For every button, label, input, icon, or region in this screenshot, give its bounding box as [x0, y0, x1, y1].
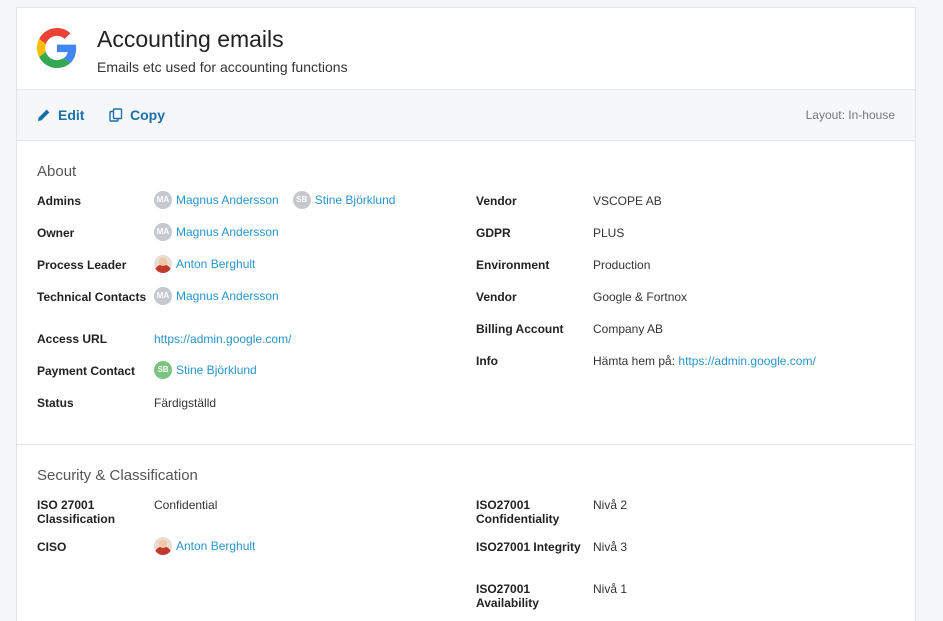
avatar-photo: [154, 255, 172, 273]
field-label: ISO27001 Availability: [476, 582, 539, 610]
person-chip[interactable]: MA Magnus Andersson: [154, 191, 279, 209]
edit-button[interactable]: Edit: [37, 107, 84, 123]
field-info: Info Hämta hem på: https://admin.google.…: [476, 354, 816, 368]
field-label: Info: [476, 354, 498, 368]
toolbar: Edit Copy Layout: In-house: [17, 90, 915, 141]
field-label: ISO27001 Integrity: [476, 540, 581, 554]
avatar: MA: [154, 223, 172, 241]
field-label: Billing Account: [476, 322, 564, 336]
field-label: Admins: [37, 194, 82, 208]
copy-icon: [109, 108, 123, 122]
billing-value: Company AB: [593, 322, 664, 336]
field-label: ISO 27001 Classification: [37, 498, 116, 526]
person-chip[interactable]: Anton Berghult: [154, 255, 255, 273]
field-access-url: Access URL https://admin.google.com/: [37, 332, 291, 346]
iso-classification-value: Confidential: [154, 498, 218, 512]
field-label: CISO: [37, 540, 67, 554]
pencil-icon: [38, 109, 50, 121]
field-gdpr: GDPR PLUS: [476, 226, 624, 240]
field-label: Owner: [37, 226, 75, 240]
about-section: About Admins MA Magnus Andersson SB Stin…: [17, 141, 915, 445]
avatar: SB: [292, 191, 311, 209]
field-iso-classification: ISO 27001 Classification Confidential: [37, 498, 217, 526]
field-vendor-2: Vendor Google & Fortnox: [476, 290, 687, 304]
field-ciso: CISO Anton Berghult: [37, 537, 269, 555]
avatar: SB: [154, 361, 172, 379]
field-label: Vendor: [476, 290, 517, 304]
application-card: Accounting emails Emails etc used for ac…: [16, 7, 916, 621]
availability-value: Nivå 1: [593, 582, 628, 596]
field-environment: Environment Production: [476, 258, 650, 272]
info-text: Hämta hem på:: [593, 354, 676, 368]
avatar-photo: [154, 537, 172, 555]
person-chip[interactable]: SB Stine Björklund: [292, 191, 396, 209]
field-label: Access URL: [37, 332, 108, 346]
field-label: ISO27001 Confidentiality: [476, 498, 560, 526]
person-link[interactable]: Magnus Andersson: [176, 193, 279, 207]
field-billing-account: Billing Account Company AB: [476, 322, 663, 336]
field-label: Vendor: [476, 194, 517, 208]
field-payment-contact: Payment Contact SB Stine Björklund: [37, 361, 271, 379]
field-label: Process Leader: [37, 258, 127, 272]
person-link[interactable]: Magnus Andersson: [176, 289, 279, 303]
section-title-security: Security & Classification: [37, 467, 198, 484]
vendor-value: VSCOPE AB: [593, 194, 662, 208]
confidentiality-value: Nivå 2: [593, 498, 628, 512]
status-value: Färdigställd: [154, 396, 217, 410]
field-status: Status Färdigställd: [37, 396, 216, 410]
vendor-2-value: Google & Fortnox: [593, 290, 688, 304]
person-link[interactable]: Stine Björklund: [176, 363, 257, 377]
field-label: GDPR: [476, 226, 511, 240]
field-owner: Owner MA Magnus Andersson: [37, 223, 293, 241]
person-chip[interactable]: MA Magnus Andersson: [154, 223, 279, 241]
app-header: Accounting emails Emails etc used for ac…: [17, 8, 915, 90]
integrity-value: Nivå 3: [593, 540, 628, 554]
field-admins: Admins MA Magnus Andersson SB Stine Björ…: [37, 191, 409, 209]
layout-indicator: Layout: In-house: [805, 108, 895, 122]
field-iso-integrity: ISO27001 Integrity Nivå 3: [476, 540, 627, 554]
google-logo-icon: [37, 28, 77, 68]
person-link[interactable]: Anton Berghult: [176, 539, 255, 553]
person-chip[interactable]: MA Magnus Andersson: [154, 287, 279, 305]
person-link[interactable]: Magnus Andersson: [176, 225, 279, 239]
page-subtitle: Emails etc used for accounting functions: [97, 59, 348, 75]
field-technical-contacts: Technical Contacts MA Magnus Andersson: [37, 287, 293, 305]
field-process-leader: Process Leader Anton Berghult: [37, 255, 269, 273]
edit-label: Edit: [58, 107, 85, 123]
section-title-about: About: [37, 163, 77, 180]
field-iso-confidentiality: ISO27001 Confidentiality Nivå 2: [476, 498, 627, 526]
person-chip[interactable]: SB Stine Björklund: [154, 361, 257, 379]
copy-label: Copy: [130, 107, 165, 123]
field-label: Environment: [476, 258, 550, 272]
environment-value: Production: [593, 258, 651, 272]
access-url-link[interactable]: https://admin.google.com/: [154, 332, 291, 346]
field-label: Payment Contact: [37, 364, 136, 378]
page-title: Accounting emails: [97, 26, 284, 52]
field-iso-availability: ISO27001 Availability Nivå 1: [476, 582, 627, 610]
person-link[interactable]: Anton Berghult: [176, 257, 255, 271]
person-chip[interactable]: Anton Berghult: [154, 537, 255, 555]
info-link[interactable]: https://admin.google.com/: [678, 354, 815, 368]
avatar: MA: [154, 191, 172, 209]
person-link[interactable]: Stine Björklund: [315, 193, 396, 207]
gdpr-value: PLUS: [593, 226, 625, 240]
field-vendor: Vendor VSCOPE AB: [476, 194, 662, 208]
avatar: MA: [154, 287, 172, 305]
field-label: Technical Contacts: [37, 290, 147, 304]
field-label: Status: [37, 396, 74, 410]
security-section: Security & Classification ISO 27001 Clas…: [17, 445, 915, 621]
copy-button[interactable]: Copy: [109, 107, 165, 123]
